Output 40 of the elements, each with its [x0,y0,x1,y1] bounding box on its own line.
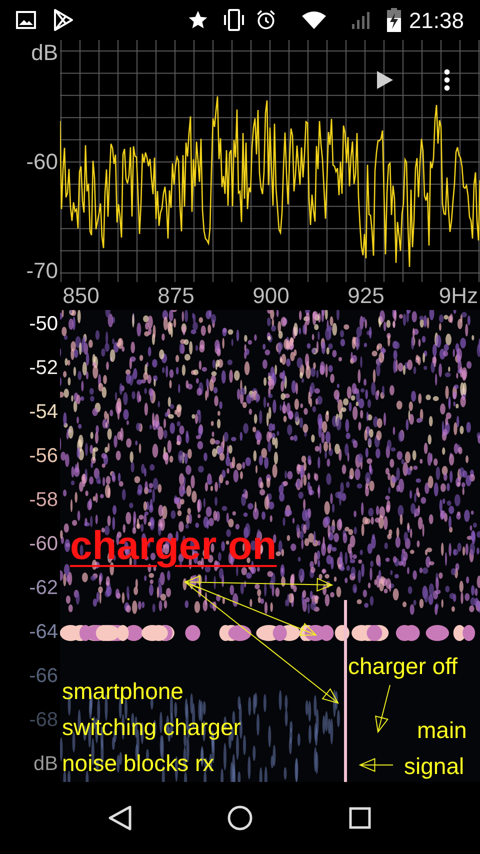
scale-label: -64 [29,620,58,645]
play-icon [376,70,394,90]
back-icon [108,805,132,831]
scale-label: -54 [29,400,58,425]
axis-label: 850 [62,282,100,310]
axis-label: -70 [26,260,58,282]
annotation-text: noise blocks rx [62,749,214,777]
scale-label: -62 [29,576,58,601]
home-icon [227,805,253,831]
scale-label: -58 [29,488,58,513]
scale-label: -56 [29,444,58,469]
annotation-text: signal [404,752,464,780]
unit-label: dB [34,752,58,777]
scale-label: -66 [29,664,58,689]
axis-label: -60 [26,151,58,173]
annotation-text: smartphone [62,677,184,705]
arrow [375,684,390,734]
axis-label: 925 [346,282,386,310]
scale-label: -50 [29,312,58,337]
signal-icon [350,10,371,30]
axis-label: 875 [156,282,196,310]
more-icon [444,69,450,91]
axis-label: dB [31,42,58,64]
recents-icon [349,807,371,829]
arrow [358,758,394,772]
wifi-icon [300,10,327,30]
annotation-text: charger off [348,652,458,680]
triangle-icon [52,8,74,32]
scale-label: -68 [29,708,58,733]
image-icon [16,11,36,29]
axis-label: 9Hz [438,282,478,310]
annotation-text: switching charger [62,713,241,741]
axis-label: 900 [252,282,290,310]
annotation-text: main [417,716,467,744]
star-icon [186,9,209,31]
scale-label: -52 [29,356,58,381]
clock-time: 21:38 [408,6,464,34]
alarm-icon [254,9,277,31]
battery-charging-icon [386,8,401,32]
scale-label: -60 [29,532,58,557]
